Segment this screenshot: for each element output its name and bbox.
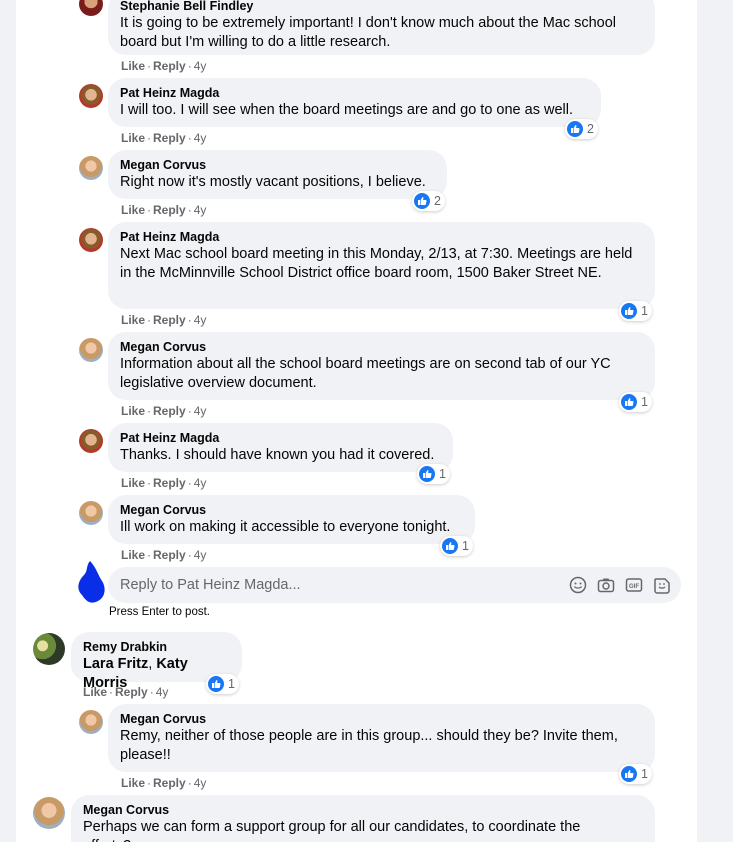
avatar[interactable]: [79, 228, 103, 252]
reaction-count[interactable]: 1: [619, 301, 652, 321]
comment-actions: Like · Reply · 4y: [121, 203, 207, 217]
like-link[interactable]: Like: [121, 59, 145, 73]
thumbs-up-icon: [621, 766, 637, 782]
reply-link[interactable]: Reply: [153, 131, 186, 145]
reaction-count[interactable]: 2: [412, 191, 445, 211]
user-avatar-scribble: [78, 561, 105, 603]
timestamp[interactable]: 4y: [194, 404, 207, 418]
svg-text:GIF: GIF: [629, 584, 639, 590]
comment-bubble: Megan Corvus Remy, neither of those peop…: [108, 704, 655, 772]
comment-bubble: Megan Corvus Information about all the s…: [108, 332, 655, 400]
comment-actions: Like · Reply · 4y: [121, 59, 207, 73]
reply-link[interactable]: Reply: [153, 203, 186, 217]
comment-bubble: Megan Corvus Right now it's mostly vacan…: [108, 150, 447, 199]
thumbs-up-icon: [208, 676, 224, 692]
timestamp[interactable]: 4y: [194, 776, 207, 790]
timestamp[interactable]: 4y: [194, 476, 207, 490]
reaction-count[interactable]: 1: [206, 674, 239, 694]
comment-author[interactable]: Megan Corvus: [120, 339, 643, 355]
like-link[interactable]: Like: [121, 203, 145, 217]
timestamp[interactable]: 4y: [194, 131, 207, 145]
comment-text: Next Mac school board meeting in this Mo…: [120, 246, 633, 281]
comment-actions: Like · Reply · 4y: [121, 476, 207, 490]
comment-author[interactable]: Stephanie Bell Findley: [120, 0, 643, 14]
reply-input[interactable]: [120, 567, 540, 603]
comment-author[interactable]: Remy Drabkin: [83, 639, 230, 655]
reaction-count[interactable]: 2: [565, 119, 598, 139]
comment-bubble: Stephanie Bell Findley It is going to be…: [108, 0, 655, 55]
like-link[interactable]: Like: [121, 131, 145, 145]
comment-author[interactable]: Megan Corvus: [120, 157, 435, 173]
avatar[interactable]: [79, 338, 103, 362]
comment-text: Ill work on making it accessible to ever…: [120, 519, 451, 535]
reaction-count[interactable]: 1: [417, 464, 450, 484]
comment-text: Information about all the school board m…: [120, 356, 611, 391]
reply-link[interactable]: Reply: [153, 404, 186, 418]
gif-icon[interactable]: GIF: [625, 576, 643, 594]
reply-box[interactable]: GIF: [108, 567, 681, 603]
comment-text: Perhaps we can form a support group for …: [83, 819, 581, 842]
avatar[interactable]: [79, 710, 103, 734]
comment-text: It is going to be extremely important! I…: [120, 15, 617, 50]
like-link[interactable]: Like: [121, 548, 145, 562]
comment-bubble: Megan Corvus Ill work on making it acces…: [108, 495, 475, 544]
like-link[interactable]: Like: [121, 776, 145, 790]
reply-link[interactable]: Reply: [115, 685, 148, 699]
comment-author[interactable]: Megan Corvus: [120, 711, 643, 727]
comment-actions: Like · Reply · 4y: [121, 313, 207, 327]
reaction-count[interactable]: 1: [619, 392, 652, 412]
thumbs-up-icon: [414, 193, 430, 209]
timestamp[interactable]: 4y: [194, 59, 207, 73]
reply-link[interactable]: Reply: [153, 548, 186, 562]
avatar[interactable]: [79, 501, 103, 525]
comment-actions: Like · Reply · 4y: [121, 131, 207, 145]
timestamp[interactable]: 4y: [194, 548, 207, 562]
comment-text: Remy, neither of those people are in thi…: [120, 728, 618, 763]
like-link[interactable]: Like: [83, 685, 107, 699]
thumbs-up-icon: [442, 538, 458, 554]
timestamp[interactable]: 4y: [194, 203, 207, 217]
thumbs-up-icon: [621, 303, 637, 319]
comment-bubble: Pat Heinz Magda Next Mac school board me…: [108, 222, 655, 309]
like-link[interactable]: Like: [121, 313, 145, 327]
comment-actions: Like · Reply · 4y: [83, 685, 169, 699]
comment-text: Right now it's mostly vacant positions, …: [120, 174, 426, 190]
post-hint: Press Enter to post.: [109, 606, 210, 618]
like-link[interactable]: Like: [121, 476, 145, 490]
reply-link[interactable]: Reply: [153, 59, 186, 73]
reaction-count[interactable]: 1: [619, 764, 652, 784]
comment-bubble: Pat Heinz Magda Thanks. I should have kn…: [108, 423, 453, 472]
comment-actions: Like · Reply · 4y: [121, 548, 207, 562]
avatar[interactable]: [79, 84, 103, 108]
avatar[interactable]: [33, 633, 65, 665]
timestamp[interactable]: 4y: [194, 313, 207, 327]
thumbs-up-icon: [419, 466, 435, 482]
comment-author[interactable]: Pat Heinz Magda: [120, 229, 643, 245]
comment-author[interactable]: Pat Heinz Magda: [120, 430, 441, 446]
comment-author[interactable]: Pat Heinz Magda: [120, 85, 589, 101]
reply-link[interactable]: Reply: [153, 313, 186, 327]
thumbs-up-icon: [621, 394, 637, 410]
comment-actions: Like · Reply · 4y: [121, 776, 207, 790]
comment-actions: Like · Reply · 4y: [121, 404, 207, 418]
comment-author[interactable]: Megan Corvus: [83, 802, 643, 818]
avatar[interactable]: [79, 429, 103, 453]
comment-bubble: Megan Corvus Perhaps we can form a suppo…: [71, 795, 655, 842]
comment-author[interactable]: Megan Corvus: [120, 502, 463, 518]
avatar[interactable]: [33, 797, 65, 829]
comment-text: I will too. I will see when the board me…: [120, 102, 573, 118]
like-link[interactable]: Like: [121, 404, 145, 418]
thumbs-up-icon: [567, 121, 583, 137]
emoji-icon[interactable]: [569, 576, 587, 594]
comment-bubble: Pat Heinz Magda I will too. I will see w…: [108, 78, 601, 127]
mention-link[interactable]: Lara Fritz: [83, 656, 148, 672]
reply-link[interactable]: Reply: [153, 776, 186, 790]
reaction-count[interactable]: 1: [440, 536, 473, 556]
camera-icon[interactable]: [597, 576, 615, 594]
avatar[interactable]: [79, 156, 103, 180]
reply-link[interactable]: Reply: [153, 476, 186, 490]
comment-text: Thanks. I should have known you had it c…: [120, 447, 435, 463]
sticker-icon[interactable]: [653, 576, 671, 594]
timestamp[interactable]: 4y: [156, 685, 169, 699]
